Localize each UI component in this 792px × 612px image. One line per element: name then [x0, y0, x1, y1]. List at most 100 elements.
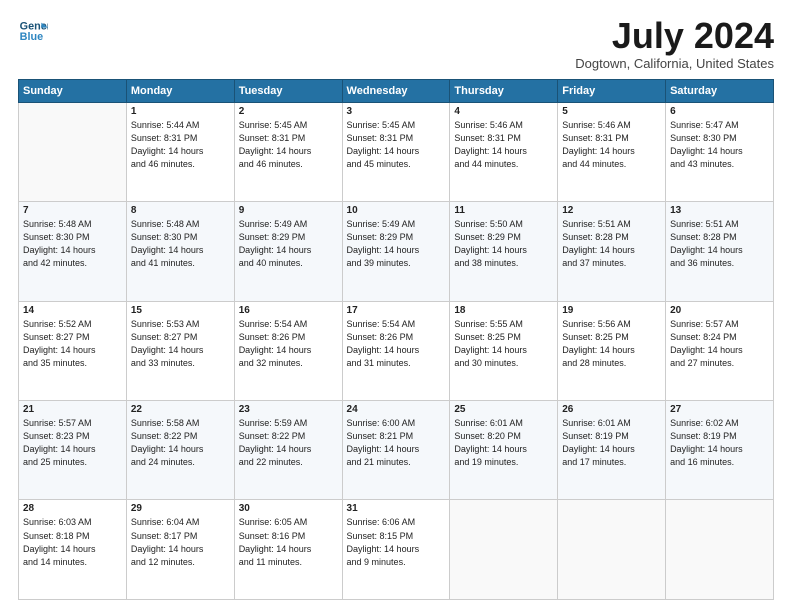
day-cell: 1 Sunrise: 5:44 AMSunset: 8:31 PMDaylight… — [126, 102, 234, 201]
day-cell: 24 Sunrise: 6:00 AMSunset: 8:21 PMDayligh… — [342, 401, 450, 500]
day-info: Sunrise: 5:52 AMSunset: 8:27 PMDaylight:… — [23, 318, 122, 370]
day-info: Sunrise: 6:04 AMSunset: 8:17 PMDaylight:… — [131, 516, 230, 568]
day-info: Sunrise: 6:06 AMSunset: 8:15 PMDaylight:… — [347, 516, 446, 568]
day-cell: 14Sunrise: 5:52 AMSunset: 8:27 PMDayligh… — [19, 301, 127, 400]
day-number: 6 — [670, 106, 769, 117]
day-number: 2 — [239, 106, 338, 117]
day-info: Sunrise: 5:54 AMSunset: 8:26 PMDaylight:… — [347, 318, 446, 370]
day-info: Sunrise: 5:57 AMSunset: 8:24 PMDaylight:… — [670, 318, 769, 370]
day-number: 1 — [131, 106, 230, 117]
day-cell: 21 Sunrise: 5:57 AMSunset: 8:23 PMDayligh… — [19, 401, 127, 500]
day-info: Sunrise: 6:01 AMSunset: 8:19 PMDaylight:… — [562, 417, 661, 469]
day-number: 8 — [131, 205, 230, 216]
day-number: 13 — [670, 205, 769, 216]
day-info: Sunrise: 6:01 AMSunset: 8:20 PMDaylight:… — [454, 417, 553, 469]
day-cell — [666, 500, 774, 600]
day-cell: 15 Sunrise: 5:53 AMSunset: 8:27 PMDayligh… — [126, 301, 234, 400]
weekday-header-thursday: Thursday — [450, 79, 558, 102]
weekday-header-wednesday: Wednesday — [342, 79, 450, 102]
day-info: Sunrise: 5:44 AMSunset: 8:31 PMDaylight:… — [131, 119, 230, 171]
day-info: Sunrise: 5:57 AMSunset: 8:23 PMDaylight:… — [23, 417, 122, 469]
day-number: 19 — [562, 305, 661, 316]
day-cell: 22Sunrise: 5:58 AMSunset: 8:22 PMDayligh… — [126, 401, 234, 500]
day-info: Sunrise: 5:55 AMSunset: 8:25 PMDaylight:… — [454, 318, 553, 370]
day-info: Sunrise: 6:00 AMSunset: 8:21 PMDaylight:… — [347, 417, 446, 469]
day-cell: 16 Sunrise: 5:54 AMSunset: 8:26 PMDayligh… — [234, 301, 342, 400]
day-info: Sunrise: 5:49 AMSunset: 8:29 PMDaylight:… — [347, 218, 446, 270]
day-info: Sunrise: 5:50 AMSunset: 8:29 PMDaylight:… — [454, 218, 553, 270]
day-number: 18 — [454, 305, 553, 316]
day-number: 23 — [239, 404, 338, 415]
calendar-page: General Blue July 2024 Dogtown, Californ… — [0, 0, 792, 612]
day-number: 27 — [670, 404, 769, 415]
week-row-2: 7Sunrise: 5:48 AMSunset: 8:30 PMDaylight… — [19, 202, 774, 301]
day-cell — [558, 500, 666, 600]
day-cell: 18 Sunrise: 5:55 AMSunset: 8:25 PMDayligh… — [450, 301, 558, 400]
day-number: 17 — [347, 305, 446, 316]
day-number: 9 — [239, 205, 338, 216]
svg-text:Blue: Blue — [20, 31, 43, 43]
day-cell: 2 Sunrise: 5:45 AMSunset: 8:31 PMDaylight… — [234, 102, 342, 201]
week-row-5: 28 Sunrise: 6:03 AMSunset: 8:18 PMDayligh… — [19, 500, 774, 600]
day-cell: 26 Sunrise: 6:01 AMSunset: 8:19 PMDayligh… — [558, 401, 666, 500]
day-cell: 3 Sunrise: 5:45 AMSunset: 8:31 PMDaylight… — [342, 102, 450, 201]
day-cell: 10Sunrise: 5:49 AMSunset: 8:29 PMDayligh… — [342, 202, 450, 301]
day-cell: 13 Sunrise: 5:51 AMSunset: 8:28 PMDayligh… — [666, 202, 774, 301]
day-number: 21 — [23, 404, 122, 415]
day-cell: 19 Sunrise: 5:56 AMSunset: 8:25 PMDayligh… — [558, 301, 666, 400]
day-info: Sunrise: 5:47 AMSunset: 8:30 PMDaylight:… — [670, 119, 769, 171]
day-info: Sunrise: 5:46 AMSunset: 8:31 PMDaylight:… — [562, 119, 661, 171]
day-info: Sunrise: 5:59 AMSunset: 8:22 PMDaylight:… — [239, 417, 338, 469]
weekday-header-row: SundayMondayTuesdayWednesdayThursdayFrid… — [19, 79, 774, 102]
day-number: 28 — [23, 503, 122, 514]
day-number: 25 — [454, 404, 553, 415]
day-info: Sunrise: 5:53 AMSunset: 8:27 PMDaylight:… — [131, 318, 230, 370]
day-info: Sunrise: 5:46 AMSunset: 8:31 PMDaylight:… — [454, 119, 553, 171]
day-cell: 30 Sunrise: 6:05 AMSunset: 8:16 PMDayligh… — [234, 500, 342, 600]
logo-icon: General Blue — [18, 16, 48, 46]
day-cell: 28 Sunrise: 6:03 AMSunset: 8:18 PMDayligh… — [19, 500, 127, 600]
day-cell: 9Sunrise: 5:49 AMSunset: 8:29 PMDaylight… — [234, 202, 342, 301]
weekday-header-friday: Friday — [558, 79, 666, 102]
day-info: Sunrise: 5:54 AMSunset: 8:26 PMDaylight:… — [239, 318, 338, 370]
day-cell: 20 Sunrise: 5:57 AMSunset: 8:24 PMDayligh… — [666, 301, 774, 400]
day-cell: 4Sunrise: 5:46 AMSunset: 8:31 PMDaylight… — [450, 102, 558, 201]
weekday-header-sunday: Sunday — [19, 79, 127, 102]
day-number: 3 — [347, 106, 446, 117]
day-cell: 8 Sunrise: 5:48 AMSunset: 8:30 PMDaylight… — [126, 202, 234, 301]
day-number: 24 — [347, 404, 446, 415]
day-info: Sunrise: 6:05 AMSunset: 8:16 PMDaylight:… — [239, 516, 338, 568]
day-info: Sunrise: 6:02 AMSunset: 8:19 PMDaylight:… — [670, 417, 769, 469]
day-info: Sunrise: 5:48 AMSunset: 8:30 PMDaylight:… — [131, 218, 230, 270]
day-cell — [450, 500, 558, 600]
day-info: Sunrise: 5:56 AMSunset: 8:25 PMDaylight:… — [562, 318, 661, 370]
day-number: 20 — [670, 305, 769, 316]
day-cell: 12Sunrise: 5:51 AMSunset: 8:28 PMDayligh… — [558, 202, 666, 301]
day-number: 16 — [239, 305, 338, 316]
day-info: Sunrise: 5:45 AMSunset: 8:31 PMDaylight:… — [239, 119, 338, 171]
calendar-table: SundayMondayTuesdayWednesdayThursdayFrid… — [18, 79, 774, 600]
day-number: 31 — [347, 503, 446, 514]
day-info: Sunrise: 5:51 AMSunset: 8:28 PMDaylight:… — [670, 218, 769, 270]
day-cell — [19, 102, 127, 201]
location: Dogtown, California, United States — [575, 56, 774, 71]
day-number: 26 — [562, 404, 661, 415]
day-info: Sunrise: 5:45 AMSunset: 8:31 PMDaylight:… — [347, 119, 446, 171]
title-block: July 2024 Dogtown, California, United St… — [575, 16, 774, 71]
weekday-header-saturday: Saturday — [666, 79, 774, 102]
day-number: 15 — [131, 305, 230, 316]
week-row-4: 21 Sunrise: 5:57 AMSunset: 8:23 PMDayligh… — [19, 401, 774, 500]
day-number: 30 — [239, 503, 338, 514]
day-info: Sunrise: 6:03 AMSunset: 8:18 PMDaylight:… — [23, 516, 122, 568]
day-cell: 6 Sunrise: 5:47 AMSunset: 8:30 PMDaylight… — [666, 102, 774, 201]
day-info: Sunrise: 5:48 AMSunset: 8:30 PMDaylight:… — [23, 218, 122, 270]
day-cell: 31 Sunrise: 6:06 AMSunset: 8:15 PMDayligh… — [342, 500, 450, 600]
day-cell: 29Sunrise: 6:04 AMSunset: 8:17 PMDayligh… — [126, 500, 234, 600]
week-row-3: 14Sunrise: 5:52 AMSunset: 8:27 PMDayligh… — [19, 301, 774, 400]
weekday-header-monday: Monday — [126, 79, 234, 102]
header: General Blue July 2024 Dogtown, Californ… — [18, 16, 774, 71]
weekday-header-tuesday: Tuesday — [234, 79, 342, 102]
day-cell: 11Sunrise: 5:50 AMSunset: 8:29 PMDayligh… — [450, 202, 558, 301]
logo: General Blue — [18, 16, 48, 46]
day-info: Sunrise: 5:58 AMSunset: 8:22 PMDaylight:… — [131, 417, 230, 469]
